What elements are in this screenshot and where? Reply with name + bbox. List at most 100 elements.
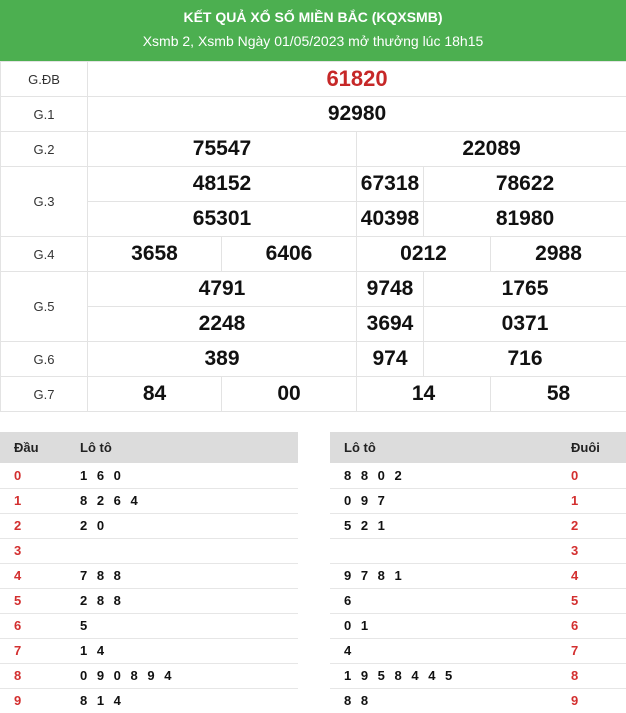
tail-digit: 1 [557, 488, 626, 514]
table-row: 47 [330, 638, 626, 664]
head-digit: 7 [0, 638, 66, 664]
prize-label: G.7 [0, 376, 88, 412]
prize-number: 65301 [87, 201, 357, 237]
loto-values: 0 9 0 8 9 4 [66, 663, 298, 689]
prize-number: 9748 [356, 271, 424, 307]
table-row: 0 9 71 [330, 488, 626, 514]
prize-number: 716 [422, 341, 626, 377]
tail-digit: 2 [557, 513, 626, 539]
loto-head-table: Đầu Lô tô 01 6 0 18 2 6 4 22 0 3 4 7 8 8 … [0, 432, 298, 713]
loto-values: 1 6 0 [66, 463, 298, 489]
prize-label: G.4 [0, 236, 88, 272]
table-row: 0 16 [330, 613, 626, 639]
prize-label: G.6 [0, 341, 88, 377]
tail-digit: 9 [557, 688, 626, 713]
prize-number: 40398 [356, 201, 424, 237]
head-digit: 5 [0, 588, 66, 614]
table-row: 3 [0, 538, 298, 564]
loto-values [66, 538, 298, 564]
head-digit: 2 [0, 513, 66, 539]
table-row: 22 0 [0, 513, 298, 539]
loto-values: 0 9 7 [330, 488, 557, 514]
prize-number: 0212 [356, 236, 491, 272]
prize-row-g6: G.6 389 974 716 [0, 341, 626, 377]
table-row: 8 8 0 20 [330, 463, 626, 489]
prize-row-g1: G.1 92980 [0, 96, 626, 132]
head-digit: 1 [0, 488, 66, 514]
prize-number: 0371 [422, 306, 626, 342]
head-digit: 6 [0, 613, 66, 639]
prize-row-g7: G.7 84 00 14 58 [0, 376, 626, 412]
loto-values: 2 8 8 [66, 588, 298, 614]
col-header-dau: Đầu [0, 432, 66, 463]
loto-values: 5 [66, 613, 298, 639]
prize-number: 84 [87, 376, 222, 412]
tail-digit: 8 [557, 663, 626, 689]
prize-number: 00 [221, 376, 357, 412]
prize-number: 58 [489, 376, 626, 412]
loto-tail-table: Lô tô Đuôi 8 8 0 20 0 9 71 5 2 12 3 9 7 … [330, 432, 626, 713]
prize-row-g3: G.3 48152 67318 78622 [0, 166, 626, 237]
prize-row-special: G.ĐB 61820 [0, 61, 626, 97]
table-row: 98 1 4 [0, 688, 298, 713]
table-row: 5 2 12 [330, 513, 626, 539]
prize-row-g5b: 2248 3694 0371 [1, 306, 626, 342]
page-title: KẾT QUẢ XỔ SỐ MIỀN BẮC (KQXSMB) [183, 9, 443, 25]
table-row: 80 9 0 8 9 4 [0, 663, 298, 689]
loto-values: 8 8 [330, 688, 557, 713]
loto-values: 0 1 [330, 613, 557, 639]
loto-values: 8 2 6 4 [66, 488, 298, 514]
loto-values: 7 8 8 [66, 563, 298, 589]
prize-number: 14 [356, 376, 491, 412]
prize-number: 4791 [87, 271, 357, 307]
head-digit: 3 [0, 538, 66, 564]
prize-number: 974 [356, 341, 424, 377]
loto-values: 2 0 [66, 513, 298, 539]
loto-values: 6 [330, 588, 557, 614]
head-digit: 4 [0, 563, 66, 589]
prize-number: 81980 [422, 201, 626, 237]
loto-values: 8 8 0 2 [330, 463, 557, 489]
loto-values: 1 4 [66, 638, 298, 664]
table-row: 1 9 5 8 4 4 58 [330, 663, 626, 689]
tail-digit: 7 [557, 638, 626, 664]
col-header-loto: Lô tô [330, 432, 557, 463]
loto-values: 9 7 8 1 [330, 563, 557, 589]
table-row: 01 6 0 [0, 463, 298, 489]
head-digit: 9 [0, 688, 66, 713]
table-row: 71 4 [0, 638, 298, 664]
table-row: 52 8 8 [0, 588, 298, 614]
table-row: 65 [330, 588, 626, 614]
results-table: G.ĐB 61820 G.1 92980 G.2 75547 22089 G.3… [0, 61, 626, 412]
loto-values: 1 9 5 8 4 4 5 [330, 663, 557, 689]
prize-row-g2: G.2 75547 22089 [0, 131, 626, 167]
results-header: KẾT QUẢ XỔ SỐ MIỀN BẮC (KQXSMB) Xsmb 2, … [0, 0, 626, 61]
table-row: 9 7 8 14 [330, 563, 626, 589]
tail-digit: 0 [557, 463, 626, 489]
tail-digit: 6 [557, 613, 626, 639]
loto-values: 4 [330, 638, 557, 664]
loto-values [330, 538, 557, 564]
prize-number: 6406 [221, 236, 357, 272]
prize-row-g5: G.5 4791 9748 1765 [0, 271, 626, 342]
col-header-loto: Lô tô [66, 432, 298, 463]
table-row: 65 [0, 613, 298, 639]
prize-row-g4: G.4 3658 6406 0212 2988 [0, 236, 626, 272]
prize-number: 389 [87, 341, 357, 377]
prize-number: 22089 [355, 131, 626, 167]
tail-digit: 4 [557, 563, 626, 589]
table-row: 3 [330, 538, 626, 564]
prize-number: 3658 [87, 236, 222, 272]
prize-number: 75547 [87, 131, 357, 167]
loto-values: 8 1 4 [66, 688, 298, 713]
prize-number: 78622 [422, 166, 626, 202]
prize-number: 67318 [356, 166, 424, 202]
prize-number: 48152 [87, 166, 357, 202]
col-header-duoi: Đuôi [557, 432, 626, 463]
prize-label: G.1 [0, 96, 88, 132]
prize-number: 1765 [422, 271, 626, 307]
prize-number: 92980 [86, 96, 626, 132]
head-digit: 0 [0, 463, 66, 489]
loto-values: 5 2 1 [330, 513, 557, 539]
prize-label: G.ĐB [0, 61, 88, 97]
